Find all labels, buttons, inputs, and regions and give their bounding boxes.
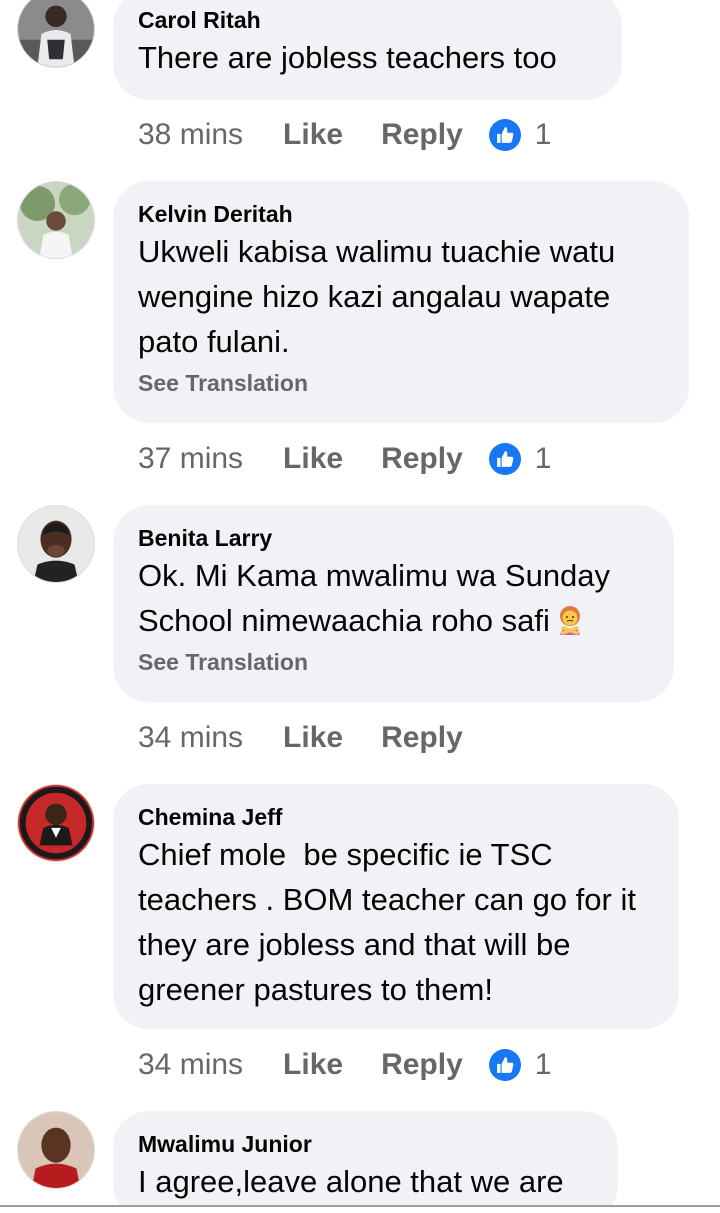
reaction-count: 1 xyxy=(534,118,552,151)
comment-author[interactable]: Benita Larry xyxy=(138,525,648,551)
comment-time[interactable]: 37 mins xyxy=(138,442,243,476)
avatar[interactable] xyxy=(17,784,95,862)
reply-button[interactable]: Reply xyxy=(381,118,463,152)
avatar[interactable] xyxy=(17,0,95,68)
comment-text: I agree,leave alone that we are xyxy=(138,1164,564,1199)
comment-author[interactable]: Mwalimu Junior xyxy=(138,1131,592,1157)
avatar-image xyxy=(18,182,94,258)
comment-actions: 38 mins Like Reply 1 xyxy=(138,115,551,155)
like-button[interactable]: Like xyxy=(283,721,343,755)
comment-actions: 34 mins Like Reply 1 xyxy=(138,1045,551,1085)
comment-actions: 34 mins Like Reply xyxy=(138,718,501,758)
reaction-summary[interactable]: 1 xyxy=(488,118,552,152)
avatar-image xyxy=(18,0,94,67)
woman-gesturing-no-emoji xyxy=(559,606,580,635)
avatar[interactable] xyxy=(17,1111,95,1189)
reaction-count: 1 xyxy=(534,442,552,475)
reply-button[interactable]: Reply xyxy=(381,1048,463,1082)
avatar-image xyxy=(18,785,94,861)
thumbs-up-icon xyxy=(488,1049,521,1081)
reaction-count: 1 xyxy=(534,1048,552,1081)
reply-button[interactable]: Reply xyxy=(381,721,463,755)
avatar-image xyxy=(18,506,94,582)
see-translation-link[interactable]: See Translation xyxy=(138,647,648,677)
avatar-image xyxy=(18,1112,94,1188)
comment-bubble: Mwalimu Junior I agree,leave alone that … xyxy=(113,1111,618,1213)
comment-text: There are jobless teachers too xyxy=(138,40,557,75)
comment-text-body: Ok. Mi Kama mwalimu wa Sunday School nim… xyxy=(138,558,611,638)
comment-time[interactable]: 34 mins xyxy=(138,1048,243,1082)
comment-bubble: Carol Ritah There are jobless teachers t… xyxy=(113,0,622,100)
like-button[interactable]: Like xyxy=(283,442,343,476)
avatar[interactable] xyxy=(17,181,95,259)
comment-text: Ok. Mi Kama mwalimu wa Sunday School nim… xyxy=(138,553,648,643)
comment-actions: 37 mins Like Reply 1 xyxy=(138,439,551,479)
comment-bubble: Kelvin Deritah Ukweli kabisa walimu tuac… xyxy=(113,181,689,423)
thumbs-up-icon xyxy=(488,119,521,151)
see-translation-link[interactable]: See Translation xyxy=(138,368,663,398)
comment-text: Chief mole be specific ie TSC teachers .… xyxy=(138,837,645,1007)
thumbs-up-icon xyxy=(488,443,521,475)
comment-time[interactable]: 38 mins xyxy=(138,118,243,152)
comment-author[interactable]: Chemina Jeff xyxy=(138,804,653,830)
comment-author[interactable]: Kelvin Deritah xyxy=(138,201,663,227)
reaction-summary[interactable]: 1 xyxy=(488,1048,552,1082)
like-button[interactable]: Like xyxy=(283,1048,343,1082)
like-button[interactable]: Like xyxy=(283,118,343,152)
reply-button[interactable]: Reply xyxy=(381,442,463,476)
comment-bubble: Chemina Jeff Chief mole be specific ie T… xyxy=(113,784,679,1029)
comment-text: Ukweli kabisa walimu tuachie watu wengin… xyxy=(138,234,616,359)
comment-author[interactable]: Carol Ritah xyxy=(138,7,596,33)
reaction-summary[interactable]: 1 xyxy=(488,442,552,476)
navigation-bar-edge xyxy=(0,1205,720,1213)
comment-time[interactable]: 34 mins xyxy=(138,721,243,755)
comment-bubble: Benita Larry Ok. Mi Kama mwalimu wa Sund… xyxy=(113,505,674,702)
avatar[interactable] xyxy=(17,505,95,583)
